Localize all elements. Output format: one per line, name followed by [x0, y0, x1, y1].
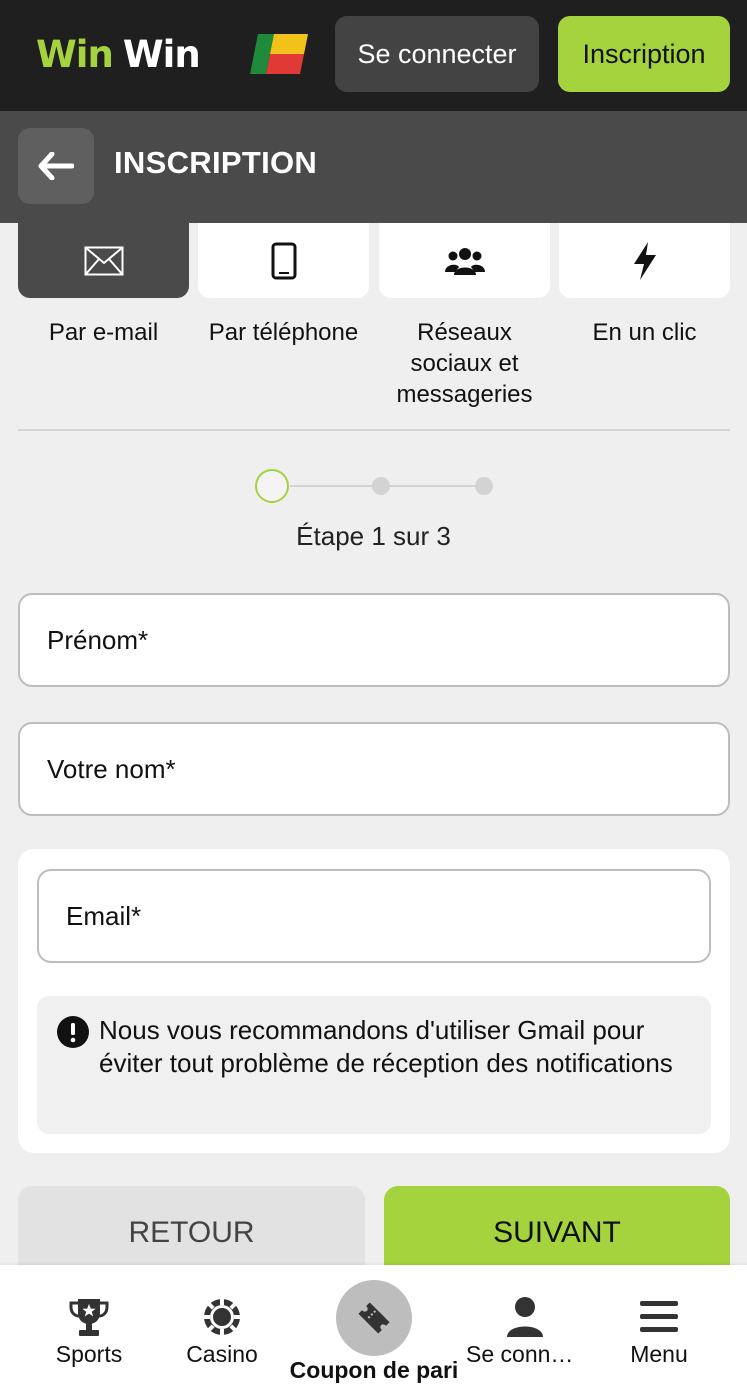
nav-sports[interactable]: Sports: [34, 1265, 144, 1398]
logo-part-1: Win: [36, 33, 114, 76]
arrow-left-icon: [38, 152, 74, 180]
step-3-indicator: [475, 477, 493, 495]
email-card: Nous vous recommandons d'utiliser Gmail …: [18, 849, 730, 1153]
logo-part-2: Win: [122, 33, 201, 76]
tab-social-label[interactable]: Réseaux sociaux et messageries: [379, 317, 550, 410]
phone-icon: [271, 242, 296, 279]
first-name-field-wrapper: [18, 593, 730, 687]
first-name-input[interactable]: [20, 595, 728, 685]
nav-casino-label: Casino: [186, 1341, 258, 1367]
tab-phone-label[interactable]: Par téléphone: [198, 317, 369, 348]
trophy-icon: [69, 1299, 109, 1336]
title-bar: INSCRIPTION: [0, 111, 747, 223]
step-1-indicator: [255, 469, 289, 503]
back-arrow-button[interactable]: [18, 128, 94, 204]
last-name-field-wrapper: [18, 722, 730, 816]
divider: [18, 429, 730, 431]
tab-email-label[interactable]: Par e-mail: [18, 317, 189, 348]
step-2-indicator: [372, 477, 390, 495]
nav-coupon-label[interactable]: Coupon de pari: [274, 1357, 474, 1384]
benin-flag-icon[interactable]: [250, 34, 308, 74]
top-header: Win Win Se connecter Inscription: [0, 0, 747, 111]
tab-one-click-label[interactable]: En un clic: [559, 317, 730, 348]
bottom-nav: Sports Casino Coupon de pari Se connect …: [0, 1265, 747, 1398]
gmail-notice: Nous vous recommandons d'utiliser Gmail …: [37, 996, 711, 1134]
tab-email[interactable]: [18, 223, 189, 298]
login-button[interactable]: Se connecter: [335, 16, 539, 92]
email-input[interactable]: [39, 871, 709, 961]
nav-menu-label: Menu: [630, 1341, 688, 1367]
page-title: INSCRIPTION: [114, 145, 318, 180]
hamburger-menu-icon: [640, 1301, 678, 1332]
casino-chip-icon: [203, 1298, 241, 1336]
nav-casino[interactable]: Casino: [167, 1265, 277, 1398]
nav-login-label: Se connecter: [466, 1341, 584, 1367]
users-icon: [444, 247, 485, 275]
last-name-input[interactable]: [20, 724, 728, 814]
notice-text: Nous vous recommandons d'utiliser Gmail …: [99, 1015, 673, 1078]
tab-social[interactable]: [379, 223, 550, 298]
signup-button[interactable]: Inscription: [558, 16, 730, 92]
winwin-logo[interactable]: Win Win: [36, 30, 201, 80]
exclamation-icon: [57, 1016, 89, 1048]
step-counter: Étape 1 sur 3: [296, 521, 451, 551]
nav-login[interactable]: Se connecter: [466, 1265, 584, 1398]
nav-menu[interactable]: Menu: [604, 1265, 714, 1398]
email-field-wrapper: [37, 869, 711, 963]
nav-sports-label: Sports: [55, 1341, 123, 1367]
ticket-icon: [358, 1302, 390, 1334]
envelope-icon: [84, 246, 123, 275]
tab-phone[interactable]: [198, 223, 369, 298]
nav-coupon[interactable]: [336, 1280, 412, 1356]
tab-one-click[interactable]: [559, 223, 730, 298]
user-icon: [507, 1297, 543, 1337]
lightning-icon: [633, 241, 656, 280]
